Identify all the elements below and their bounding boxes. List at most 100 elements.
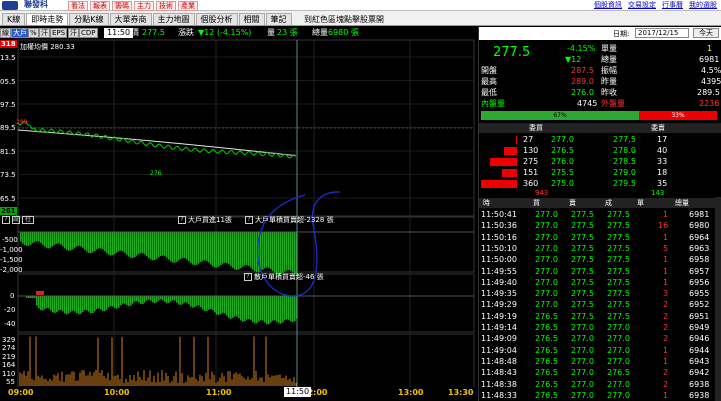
trade-row[interactable]: 11:50:00 277.0 277.5 277.5 1 6958 (479, 254, 721, 265)
trades-column-header: 總量 (675, 199, 689, 207)
trade-time: 11:49:40 (481, 277, 517, 287)
trades-column-header: 成 (605, 199, 612, 207)
retail-order-bar (96, 296, 98, 310)
help-icon[interactable]: ? (245, 216, 253, 224)
trade-bid: 277.0 (535, 277, 558, 287)
nav-button[interactable]: 產業 (178, 1, 198, 11)
retail-order-bar (136, 296, 138, 302)
trade-row[interactable]: 11:49:19 276.5 277.5 277.5 2 6951 (479, 311, 721, 322)
toolbar-button-line[interactable]: 線 (0, 28, 11, 38)
nav-button[interactable]: 報表 (90, 1, 110, 11)
big-order-bar (246, 232, 248, 266)
top-link[interactable]: 行事曆 (662, 0, 683, 10)
orderbook-row[interactable]: 275 276.0 278.5 33 (479, 156, 721, 167)
retail-order-bar (58, 296, 60, 311)
vol-tick: 274 (2, 344, 16, 352)
trade-row[interactable]: 11:49:55 277.0 277.5 277.5 1 6957 (479, 266, 721, 277)
trade-row[interactable]: 11:49:35 277.0 277.5 277.5 3 6955 (479, 288, 721, 299)
ref-price-label: 289 (16, 119, 28, 126)
toolbar-button-han[interactable]: 汗 (39, 28, 50, 38)
nav-button[interactable]: 技術 (156, 1, 176, 11)
trade-row[interactable]: 11:50:41 277.0 277.5 277.5 1 6981 (479, 209, 721, 220)
retail-order-bar (128, 296, 130, 307)
retail-order-bar (272, 296, 274, 321)
big-order-bar (188, 232, 190, 262)
help-icon[interactable]: ? (244, 273, 252, 281)
intraday-chart[interactable] (0, 39, 476, 387)
retail-order-bar (244, 296, 246, 322)
today-button[interactable]: 今天 (693, 28, 719, 38)
big-order-bar (170, 232, 172, 262)
top-link[interactable]: 個股資訊 (594, 0, 622, 10)
tab-item[interactable]: 個股分析 (195, 13, 238, 25)
trade-row[interactable]: 11:50:10 277.0 277.5 277.5 5 6963 (479, 243, 721, 254)
trade-time: 11:49:35 (481, 289, 517, 299)
tab-item[interactable]: 即時走勢 (26, 13, 69, 25)
trade-row[interactable]: 11:50:36 277.0 277.5 277.5 16 6980 (479, 220, 721, 231)
trade-row[interactable]: 11:48:43 276.5 277.0 276.5 2 6942 (479, 367, 721, 378)
trade-time: 11:48:33 (481, 390, 517, 400)
big-order-bar (116, 232, 118, 253)
trade-row[interactable]: 11:49:09 276.5 277.0 277.0 2 6946 (479, 333, 721, 344)
volume-value: 23 張 (277, 28, 298, 37)
big-order-bar (268, 232, 270, 268)
trade-row[interactable]: 11:50:16 277.0 277.5 277.5 1 6964 (479, 232, 721, 243)
orderbook-row[interactable]: 360 275.0 279.5 35 (479, 178, 721, 189)
vol-tick: 110 (2, 370, 16, 378)
top-link[interactable]: 我的選股 (689, 0, 717, 10)
toolbar-button-big[interactable]: 大戶 (11, 28, 29, 38)
orderbook-row[interactable]: 130 276.5 278.0 40 (479, 145, 721, 156)
date-input[interactable]: 2017/12/15 (635, 28, 689, 38)
big-order-bar (86, 232, 88, 252)
nav-button[interactable]: 主力 (134, 1, 154, 11)
tab-item[interactable]: K線 (2, 13, 26, 25)
orderbook-row[interactable]: 151 275.5 279.0 18 (479, 167, 721, 178)
retail-order-bar (258, 296, 260, 322)
retail-order-bar (106, 296, 108, 310)
toolbar-button-cdp[interactable]: CDP (79, 28, 98, 38)
trade-row[interactable]: 11:49:29 277.0 277.5 277.5 2 6952 (479, 299, 721, 310)
trade-ask: 277.5 (571, 221, 594, 231)
trade-row[interactable]: 11:49:14 276.5 277.0 277.0 2 6949 (479, 322, 721, 333)
big-order-bar (66, 232, 68, 250)
big-order-bar (276, 232, 278, 275)
big-order-bar (160, 232, 162, 256)
trade-row[interactable]: 11:48:48 276.5 277.0 277.0 1 6943 (479, 356, 721, 367)
toolbar-button-percent[interactable]: % (28, 28, 39, 38)
top-link[interactable]: 交易設定 (628, 0, 656, 10)
bar-mode-icon[interactable]: 柱 (22, 216, 34, 224)
nav-button[interactable]: 籌碼 (112, 1, 132, 11)
price-tick: 73.5 (0, 171, 16, 179)
retail-order-bar (182, 296, 184, 304)
tab-item[interactable]: 筆記 (265, 13, 292, 25)
retail-order-bar (156, 296, 158, 303)
trade-price: 277.5 (607, 243, 630, 253)
help-icon[interactable]: ? (2, 216, 10, 224)
orderbook-row[interactable]: 27 277.0 277.5 17 (479, 134, 721, 145)
big-order-bar (78, 232, 80, 246)
big-order-bar (152, 232, 154, 261)
tab-item[interactable]: 大單券商 (109, 13, 152, 25)
trade-row[interactable]: 11:48:38 276.5 277.0 277.0 2 6938 (479, 379, 721, 390)
trade-unit: 2 (663, 334, 669, 344)
toolbar-button-eps[interactable]: EPS (50, 28, 68, 38)
help-icon[interactable]: ? (178, 216, 186, 224)
big-order-bar (138, 232, 140, 255)
trade-row[interactable]: 11:48:33 276.5 277.0 277.0 1 6938 (479, 390, 721, 401)
nav-button[interactable]: 看法 (68, 1, 88, 11)
toolbar-button-han2[interactable]: 汗 (68, 28, 79, 38)
retail-order-bar (122, 296, 124, 304)
trade-unit: 1 (663, 210, 669, 219)
tab-item[interactable]: 相關 (238, 13, 265, 25)
trade-unit: 2 (663, 379, 669, 389)
trade-row[interactable]: 11:49:40 277.0 277.5 277.5 1 6956 (479, 277, 721, 288)
settings-icon[interactable]: 設 (12, 216, 20, 224)
big-panel-header: ? 設柱 (2, 216, 36, 225)
retail-order-bar (174, 296, 176, 301)
retail-order-bar (194, 296, 196, 308)
tab-item[interactable]: 分點K線 (69, 13, 109, 25)
vol-tick: 55 (6, 378, 15, 386)
trade-row[interactable]: 11:49:04 276.5 277.0 277.0 1 6944 (479, 345, 721, 356)
tab-item[interactable]: 主力地圖 (152, 13, 195, 25)
trades-scrollbar[interactable] (715, 197, 721, 401)
